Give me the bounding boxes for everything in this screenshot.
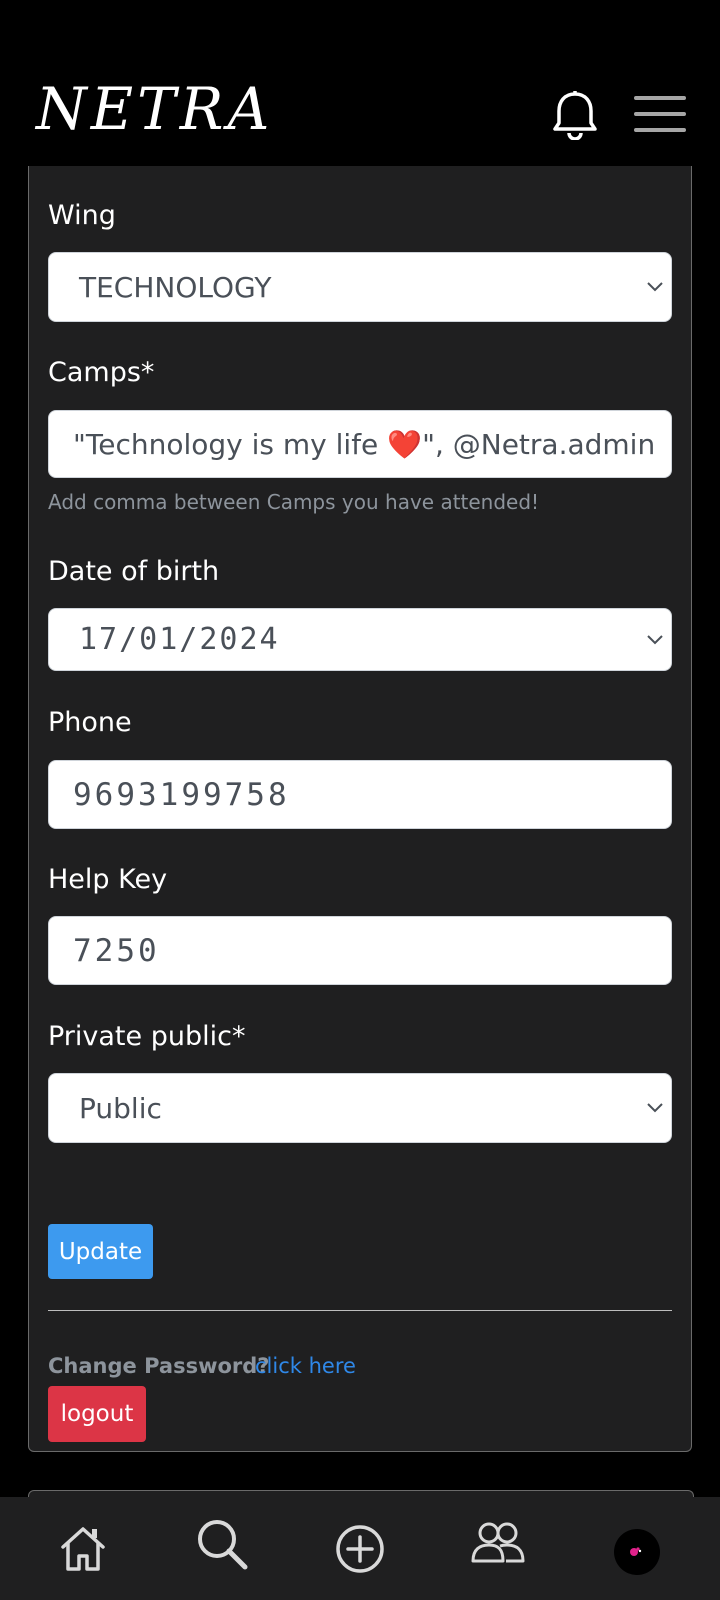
wing-select[interactable]: TECHNOLOGY: [48, 252, 672, 322]
profile-form-card: Wing TECHNOLOGY Camps* "Technology is my…: [28, 166, 692, 1452]
search-icon[interactable]: [195, 1517, 251, 1573]
heart-emoji: ❤️: [387, 427, 423, 461]
privacy-label: Private public*: [48, 1021, 246, 1052]
phone-label: Phone: [48, 707, 132, 738]
logout-button[interactable]: logout: [48, 1386, 146, 1442]
dob-label: Date of birth: [48, 556, 220, 587]
bell-icon[interactable]: [552, 90, 598, 140]
camps-value-text-end: ", @Netra.admin: [422, 427, 656, 461]
privacy-value: Public: [79, 1091, 162, 1125]
dob-select[interactable]: 17/01/2024: [48, 608, 672, 671]
chevron-down-icon: [647, 1103, 663, 1113]
chevron-down-icon: [647, 282, 663, 292]
wing-label: Wing: [48, 200, 116, 231]
help-key-value: 7250: [73, 932, 160, 969]
bottom-navigation: [0, 1497, 720, 1600]
people-icon[interactable]: [470, 1517, 526, 1573]
camps-hint: Add comma between Camps you have attende…: [48, 490, 540, 514]
divider: [48, 1310, 672, 1311]
phone-value: 9693199758: [73, 776, 290, 813]
avatar-image-icon: [630, 1547, 642, 1556]
help-key-label: Help Key: [48, 864, 168, 895]
profile-avatar[interactable]: [614, 1529, 660, 1575]
camps-label: Camps*: [48, 357, 155, 388]
add-circle-icon[interactable]: [332, 1521, 388, 1577]
camps-value: "Technology is my life ❤️", @Netra.admin: [73, 428, 655, 461]
camps-value-text-start: "Technology is my life: [73, 427, 388, 461]
privacy-select[interactable]: Public: [48, 1073, 672, 1143]
change-password-link[interactable]: click here: [255, 1354, 356, 1378]
phone-input[interactable]: 9693199758: [48, 760, 672, 829]
dob-value: 17/01/2024: [79, 622, 280, 657]
home-icon[interactable]: [55, 1521, 111, 1577]
hamburger-menu-icon[interactable]: [634, 94, 686, 136]
update-button[interactable]: Update: [48, 1224, 153, 1279]
app-logo[interactable]: NETRA: [36, 80, 273, 138]
wing-value: TECHNOLOGY: [79, 270, 272, 304]
top-bar: NETRA: [0, 0, 720, 170]
help-key-input[interactable]: 7250: [48, 916, 672, 985]
chevron-down-icon: [647, 634, 663, 644]
camps-input[interactable]: "Technology is my life ❤️", @Netra.admin: [48, 410, 672, 478]
change-password-label: Change Password?: [48, 1354, 270, 1378]
